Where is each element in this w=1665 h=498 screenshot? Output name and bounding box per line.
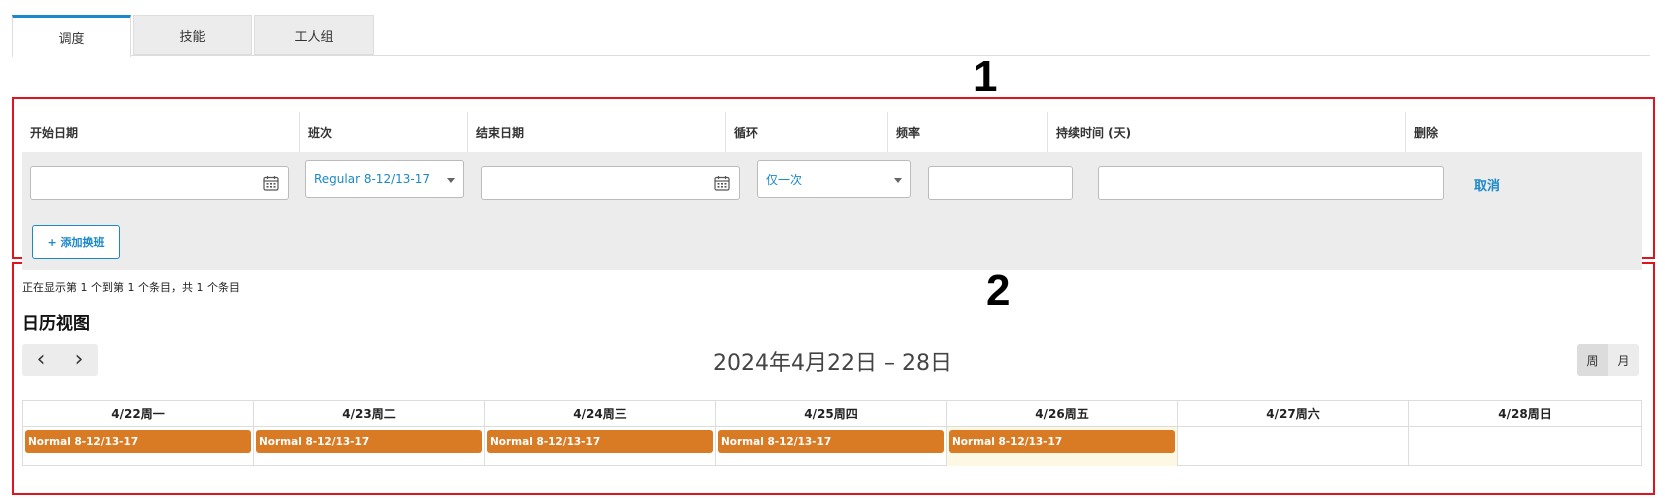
calendar-date-range: 2024年4月22日 – 28日 bbox=[713, 351, 952, 376]
calendar-icon[interactable] bbox=[263, 175, 279, 191]
annotation-marker-1: 1 bbox=[973, 52, 998, 101]
schedule-table-header: 开始日期 班次 结束日期 循环 频率 持续时间 (天) 删除 bbox=[22, 112, 1642, 152]
calendar-week-grid: 4/22周一 4/23周二 4/24周三 4/25周四 4/26周五 4/27周… bbox=[22, 400, 1642, 466]
tab-label: 工人组 bbox=[294, 29, 334, 45]
tab-label: 技能 bbox=[179, 29, 206, 45]
day-cell[interactable]: Normal 8-12/13-17 bbox=[254, 427, 485, 466]
day-header: 4/27周六 bbox=[1178, 401, 1409, 427]
column-header-recurrence: 循环 bbox=[726, 112, 888, 152]
end-date-input[interactable] bbox=[481, 166, 740, 200]
recurrence-select-value: 仅一次 bbox=[766, 172, 803, 187]
tab-label: 调度 bbox=[58, 32, 85, 47]
day-cell[interactable] bbox=[1409, 427, 1641, 466]
view-month-button[interactable]: 月 bbox=[1608, 344, 1639, 376]
day-cell[interactable]: Normal 8-12/13-17 bbox=[485, 427, 716, 466]
results-info: 正在显示第 1 个到第 1 个条目，共 1 个条目 bbox=[22, 281, 240, 294]
day-header: 4/26周五 bbox=[947, 401, 1178, 427]
shift-select-value: Regular 8-12/13-17 bbox=[314, 172, 430, 186]
column-header-duration: 持续时间 (天) bbox=[1048, 112, 1406, 152]
tabs-divider bbox=[130, 55, 1650, 56]
column-header-start-date: 开始日期 bbox=[22, 112, 300, 152]
day-header: 4/22周一 bbox=[23, 401, 254, 427]
start-date-input[interactable] bbox=[30, 166, 289, 200]
day-header: 4/24周三 bbox=[485, 401, 716, 427]
tab-schedule[interactable]: 调度 bbox=[12, 15, 131, 57]
day-header: 4/23周二 bbox=[254, 401, 485, 427]
chevron-down-icon bbox=[894, 178, 902, 183]
shift-select[interactable]: Regular 8-12/13-17 bbox=[305, 160, 464, 198]
recurrence-select[interactable]: 仅一次 bbox=[757, 160, 911, 198]
column-header-shift: 班次 bbox=[300, 112, 468, 152]
duration-input[interactable] bbox=[1098, 166, 1444, 200]
day-cell[interactable] bbox=[1178, 427, 1409, 466]
add-shift-button[interactable]: + 添加换班 bbox=[32, 225, 120, 259]
add-shift-label: + 添加换班 bbox=[47, 236, 105, 249]
frequency-input[interactable] bbox=[928, 166, 1073, 200]
column-header-delete: 删除 bbox=[1414, 125, 1439, 140]
shift-event[interactable]: Normal 8-12/13-17 bbox=[949, 430, 1175, 453]
calendar-view-toggle: 周 月 bbox=[1577, 344, 1639, 376]
day-cell-today[interactable]: Normal 8-12/13-17 bbox=[947, 427, 1178, 466]
shift-event[interactable]: Normal 8-12/13-17 bbox=[718, 430, 944, 453]
column-header-end-date: 结束日期 bbox=[468, 112, 726, 152]
shift-event[interactable]: Normal 8-12/13-17 bbox=[256, 430, 482, 453]
day-header: 4/25周四 bbox=[716, 401, 947, 427]
cancel-delete-link[interactable]: 取消 bbox=[1474, 175, 1500, 194]
shift-event[interactable]: Normal 8-12/13-17 bbox=[487, 430, 713, 453]
tab-worker-groups[interactable]: 工人组 bbox=[254, 15, 374, 55]
day-cell[interactable]: Normal 8-12/13-17 bbox=[23, 427, 254, 466]
day-cell[interactable]: Normal 8-12/13-17 bbox=[716, 427, 947, 466]
calendar-icon[interactable] bbox=[714, 175, 730, 191]
view-week-button[interactable]: 周 bbox=[1577, 344, 1608, 376]
calendar-title: 日历视图 bbox=[22, 314, 90, 334]
day-header: 4/28周日 bbox=[1409, 401, 1641, 427]
shift-event[interactable]: Normal 8-12/13-17 bbox=[25, 430, 251, 453]
column-header-frequency: 频率 bbox=[888, 112, 1048, 152]
tab-skills[interactable]: 技能 bbox=[133, 15, 252, 55]
chevron-down-icon bbox=[447, 178, 455, 183]
